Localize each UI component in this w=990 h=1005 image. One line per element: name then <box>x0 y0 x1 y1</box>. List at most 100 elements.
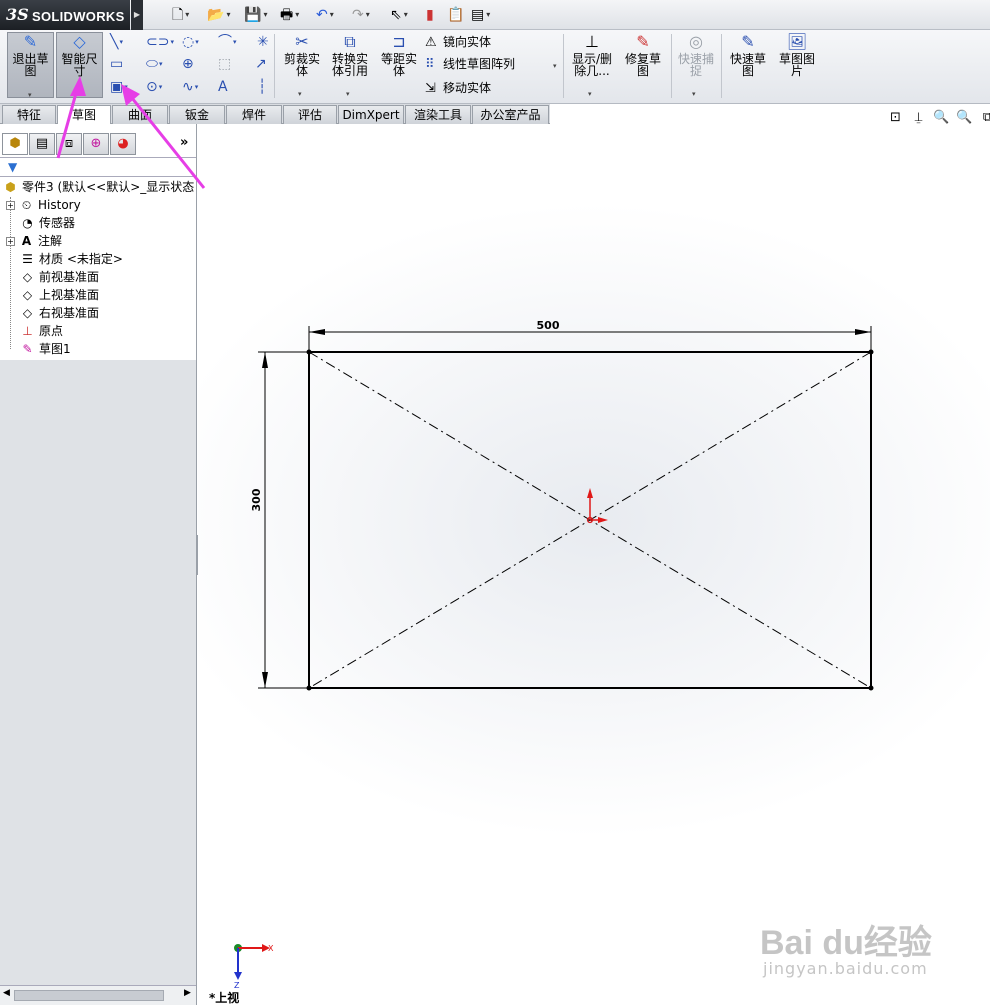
tab-dimxpert[interactable]: DimXpert <box>338 105 404 124</box>
rapid-sketch-button[interactable]: ✎ 快速草 图 <box>725 33 771 97</box>
sketch-text-icon[interactable]: A <box>218 79 228 95</box>
exit-sketch-button[interactable]: ✎ 退出草 图 ▾ <box>7 32 54 101</box>
display-manager-tab-icon[interactable]: ◕ <box>110 133 136 155</box>
open-folder-icon[interactable]: 📂 ▾ <box>207 5 230 25</box>
tree-item-origin[interactable]: ⊥ 原点 <box>19 323 63 339</box>
width-dimension[interactable]: 500 <box>308 319 872 350</box>
tree-item-sketch1[interactable]: ✎ 草图1 <box>19 341 70 357</box>
tree-item-right-plane[interactable]: ◇ 右视基准面 <box>19 305 99 321</box>
corner-point[interactable] <box>868 685 874 691</box>
trim-entities-icon: ✂ <box>295 32 309 51</box>
tab-surfaces[interactable]: 曲面 <box>112 105 168 124</box>
slot-tool-icon[interactable]: ⊂⊃▾ <box>146 34 174 50</box>
tree-item-front-plane[interactable]: ◇ 前视基准面 <box>19 269 99 285</box>
polygon-tool-icon[interactable]: ⊕ <box>182 56 194 72</box>
display-delete-relations-button[interactable]: ⊥ 显示/删 除几... ▾ <box>568 33 616 100</box>
view-orientation-icon[interactable]: ⧉ <box>976 110 990 125</box>
sketch-origin-icon[interactable] <box>586 488 608 524</box>
mirror-entities-button[interactable]: ⚠ 镜向实体 <box>425 34 491 51</box>
command-tabs: 特征 草图 曲面 钣金 焊件 评估 DimXpert 渲染工具 办公室产品 <box>0 104 550 125</box>
repair-sketch-button[interactable]: ✎ 修复草 图 <box>620 33 666 97</box>
line-tool-icon[interactable]: ╲▾ <box>110 34 123 50</box>
height-dimension[interactable]: 300 <box>250 351 307 689</box>
offset-entities-icon: ⊐ <box>392 32 406 51</box>
expand-icon[interactable]: + <box>6 201 15 210</box>
centerline-icon[interactable]: ┆ <box>258 79 266 95</box>
height-dimension-text[interactable]: 300 <box>250 488 263 511</box>
zoom-area-icon[interactable]: 🔍 <box>953 110 976 125</box>
options-icon[interactable]: ▤ ▾ <box>471 5 490 25</box>
tree-item-annotations[interactable]: + A 注解 <box>6 233 62 249</box>
convert-dropdown-icon[interactable]: ▾ <box>346 88 350 100</box>
tab-weldments[interactable]: 焊件 <box>226 105 282 124</box>
expand-icon[interactable]: + <box>6 237 15 246</box>
scrollbar-thumb[interactable] <box>14 990 164 1001</box>
construction-geometry-icon[interactable]: ⬚ <box>218 56 231 72</box>
exit-sketch-dropdown-icon[interactable]: ▾ <box>28 89 32 101</box>
zoom-to-fit-icon[interactable]: 🔍 <box>930 110 953 125</box>
tab-office-products[interactable]: 办公室产品 <box>472 105 549 124</box>
tree-item-history[interactable]: + ⏲ History <box>6 197 81 213</box>
property-manager-tab-icon[interactable]: ▤ <box>29 133 55 155</box>
tree-item-sensors[interactable]: ◔ 传感器 <box>19 215 75 231</box>
undo-icon[interactable]: ↶ ▾ <box>316 5 334 25</box>
ellipse-tool-icon[interactable]: ⬭▾ <box>146 56 162 72</box>
move-entities-button[interactable]: ⇲ 移动实体 <box>425 80 491 97</box>
linear-pattern-label: 线性草图阵列 <box>443 57 516 71</box>
rectangle-tool-icon[interactable]: ▭ <box>110 56 123 72</box>
pattern-dropdown-icon[interactable]: ▾ <box>553 62 557 70</box>
tab-sheet-metal[interactable]: 钣金 <box>169 105 225 124</box>
convert-entities-button[interactable]: ⧉ 转换实 体引用 ▾ <box>327 33 373 100</box>
sketch-fillet-icon[interactable]: ↗ <box>255 56 267 72</box>
previous-view-icon[interactable]: ⊡ <box>884 110 907 125</box>
offset-entities-button[interactable]: ⊐ 等距实 体 <box>377 33 421 97</box>
linear-pattern-button[interactable]: ⠿ 线性草图阵列 <box>425 56 515 73</box>
save-icon[interactable]: 💾 ▾ <box>244 5 267 25</box>
configuration-manager-tab-icon[interactable]: ⧈ <box>56 133 82 155</box>
point-tool-icon[interactable]: ✳ <box>257 34 269 50</box>
rebuild-traffic-light-icon[interactable]: ▮ <box>426 5 434 25</box>
section-view-icon[interactable]: ⍊ <box>907 110 930 125</box>
corner-point[interactable] <box>306 349 312 355</box>
width-dimension-text[interactable]: 500 <box>537 319 560 332</box>
smart-dimension-button[interactable]: ◇ 智能尺 寸 <box>56 32 103 98</box>
tree-item-top-plane[interactable]: ◇ 上视基准面 <box>19 287 99 303</box>
corner-point[interactable] <box>868 349 874 355</box>
arc-tool-icon[interactable]: ⌒▾ <box>218 34 237 50</box>
tree-filter-bar[interactable]: ▼ <box>0 157 196 177</box>
tab-sketch[interactable]: 草图 <box>57 105 111 125</box>
center-rectangle-icon[interactable]: ▣▾ <box>110 79 128 95</box>
file-properties-icon[interactable]: 📋 <box>447 5 464 25</box>
trim-entities-button[interactable]: ✂ 剪裁实 体 ▾ <box>279 32 325 100</box>
sketch-picture-button[interactable]: 🖼 草图图 片 <box>774 33 820 97</box>
solidworks-logo[interactable]: 3S SOLIDWORKS <box>0 0 130 30</box>
tab-render-tools[interactable]: 渲染工具 <box>405 105 471 124</box>
circle-tool-icon[interactable]: ◌▾ <box>182 34 199 50</box>
tree-item-label: 上视基准面 <box>39 288 100 302</box>
filter-icon[interactable]: ▼ <box>8 160 17 174</box>
select-pointer-icon[interactable]: ⇖ ▾ <box>390 5 408 25</box>
print-icon[interactable]: 🖶 ▾ <box>280 5 299 25</box>
trim-dropdown-icon[interactable]: ▾ <box>298 88 302 100</box>
redo-icon[interactable]: ↷ ▾ <box>352 5 370 25</box>
tree-root-part[interactable]: ⬢ 零件3 (默认<<默认>_显示状态 <box>2 179 194 195</box>
snaps-dropdown-icon[interactable]: ▾ <box>692 88 696 100</box>
quick-snaps-button[interactable]: ◎ 快速捕 捉 ▾ <box>674 33 718 100</box>
relations-dropdown-icon[interactable]: ▾ <box>588 88 592 100</box>
tab-evaluate[interactable]: 评估 <box>283 105 337 124</box>
centerpoint-arc-icon[interactable]: ⊙▾ <box>146 79 162 95</box>
feature-manager-empty-area <box>0 360 196 985</box>
triad-x-label: X <box>268 944 274 953</box>
spline-tool-icon[interactable]: ∿▾ <box>182 79 198 95</box>
scroll-left-icon[interactable]: ◀ <box>3 988 10 998</box>
tab-features[interactable]: 特征 <box>2 105 56 124</box>
feature-manager-tab-icon[interactable]: ⬢ <box>2 133 28 155</box>
horizontal-scrollbar[interactable]: ◀ ▶ <box>0 985 196 1005</box>
new-document-icon[interactable]: 🗋 ▾ <box>172 5 189 25</box>
corner-point[interactable] <box>306 685 312 691</box>
more-tabs-icon[interactable]: » <box>180 135 188 150</box>
dimxpert-manager-tab-icon[interactable]: ⊕ <box>83 133 109 155</box>
scroll-right-icon[interactable]: ▶ <box>184 988 191 998</box>
tree-item-material[interactable]: ☰ 材质 <未指定> <box>19 251 123 267</box>
menu-expand-arrow[interactable]: ▶ <box>131 0 143 30</box>
